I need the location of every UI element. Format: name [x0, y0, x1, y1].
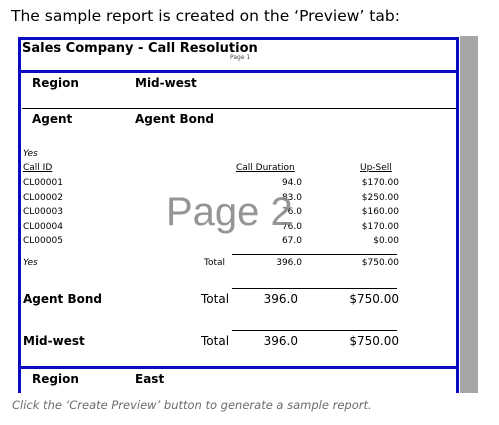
region-total-upsell: $750.00 [349, 334, 399, 348]
next-region-value: East [135, 372, 165, 386]
region-total-rule [232, 330, 397, 331]
region-label: Region [32, 76, 79, 90]
row-call-id: CL00003 [23, 207, 63, 217]
column-header-call-id: Call ID [23, 163, 53, 173]
page-watermark: Page 2 [166, 190, 293, 234]
region-total-label: Total [201, 334, 230, 348]
column-header-call-duration: Call Duration [236, 163, 295, 173]
row-call-id: CL00002 [23, 192, 63, 203]
column-header-up-sell: Up-Sell [360, 163, 392, 173]
next-region-label: Region [32, 372, 79, 386]
report-page: Sales Company - Call Resolution Page 1 R… [17, 36, 460, 393]
yes-total-rule [232, 254, 397, 255]
frame-right [456, 37, 459, 393]
row-up-sell: $170.00 [361, 221, 399, 232]
row-up-sell: $250.00 [361, 192, 399, 203]
agent-total-upsell: $750.00 [349, 292, 399, 306]
agent-total-name: Agent Bond [23, 292, 102, 306]
agent-total-label: Total [201, 292, 230, 306]
flag-yes-label: Yes [23, 149, 38, 159]
report-preview-viewer[interactable]: Sales Company - Call Resolution Page 1 R… [17, 36, 478, 393]
region-total-duration: 396.0 [263, 334, 298, 348]
row-call-id: CL00004 [23, 221, 63, 232]
row-up-sell: $160.00 [361, 207, 399, 217]
yes-total-duration: 396.0 [276, 258, 302, 268]
agent-value: Agent Bond [135, 112, 214, 126]
next-region-frame-top [18, 366, 459, 369]
yes-total-upsell: $750.00 [361, 258, 399, 268]
row-call-id: CL00005 [23, 236, 63, 246]
row-call-id: CL00001 [23, 178, 63, 188]
frame-left [18, 37, 21, 393]
agent-label: Agent [32, 112, 73, 126]
title-frame-bottom [18, 70, 459, 73]
row-up-sell: $170.00 [361, 178, 399, 188]
report-title: Sales Company - Call Resolution [22, 41, 258, 56]
intro-text: The sample report is created on the ‘Pre… [11, 7, 400, 25]
page-number: Page 1 [230, 54, 251, 61]
row-up-sell: $0.00 [373, 236, 399, 246]
title-frame-top [18, 37, 459, 40]
caption-text: Click the ‘Create Preview’ button to gen… [12, 398, 372, 412]
region-value: Mid-west [135, 76, 197, 90]
agent-total-duration: 396.0 [263, 292, 298, 306]
agent-total-rule [232, 288, 397, 289]
row-call-duration: 67.0 [281, 236, 302, 246]
region-separator [22, 108, 456, 109]
yes-total-flag: Yes [23, 258, 38, 268]
row-call-duration: 94.0 [281, 178, 302, 188]
region-total-name: Mid-west [23, 334, 85, 348]
yes-total-label: Total [204, 258, 226, 268]
